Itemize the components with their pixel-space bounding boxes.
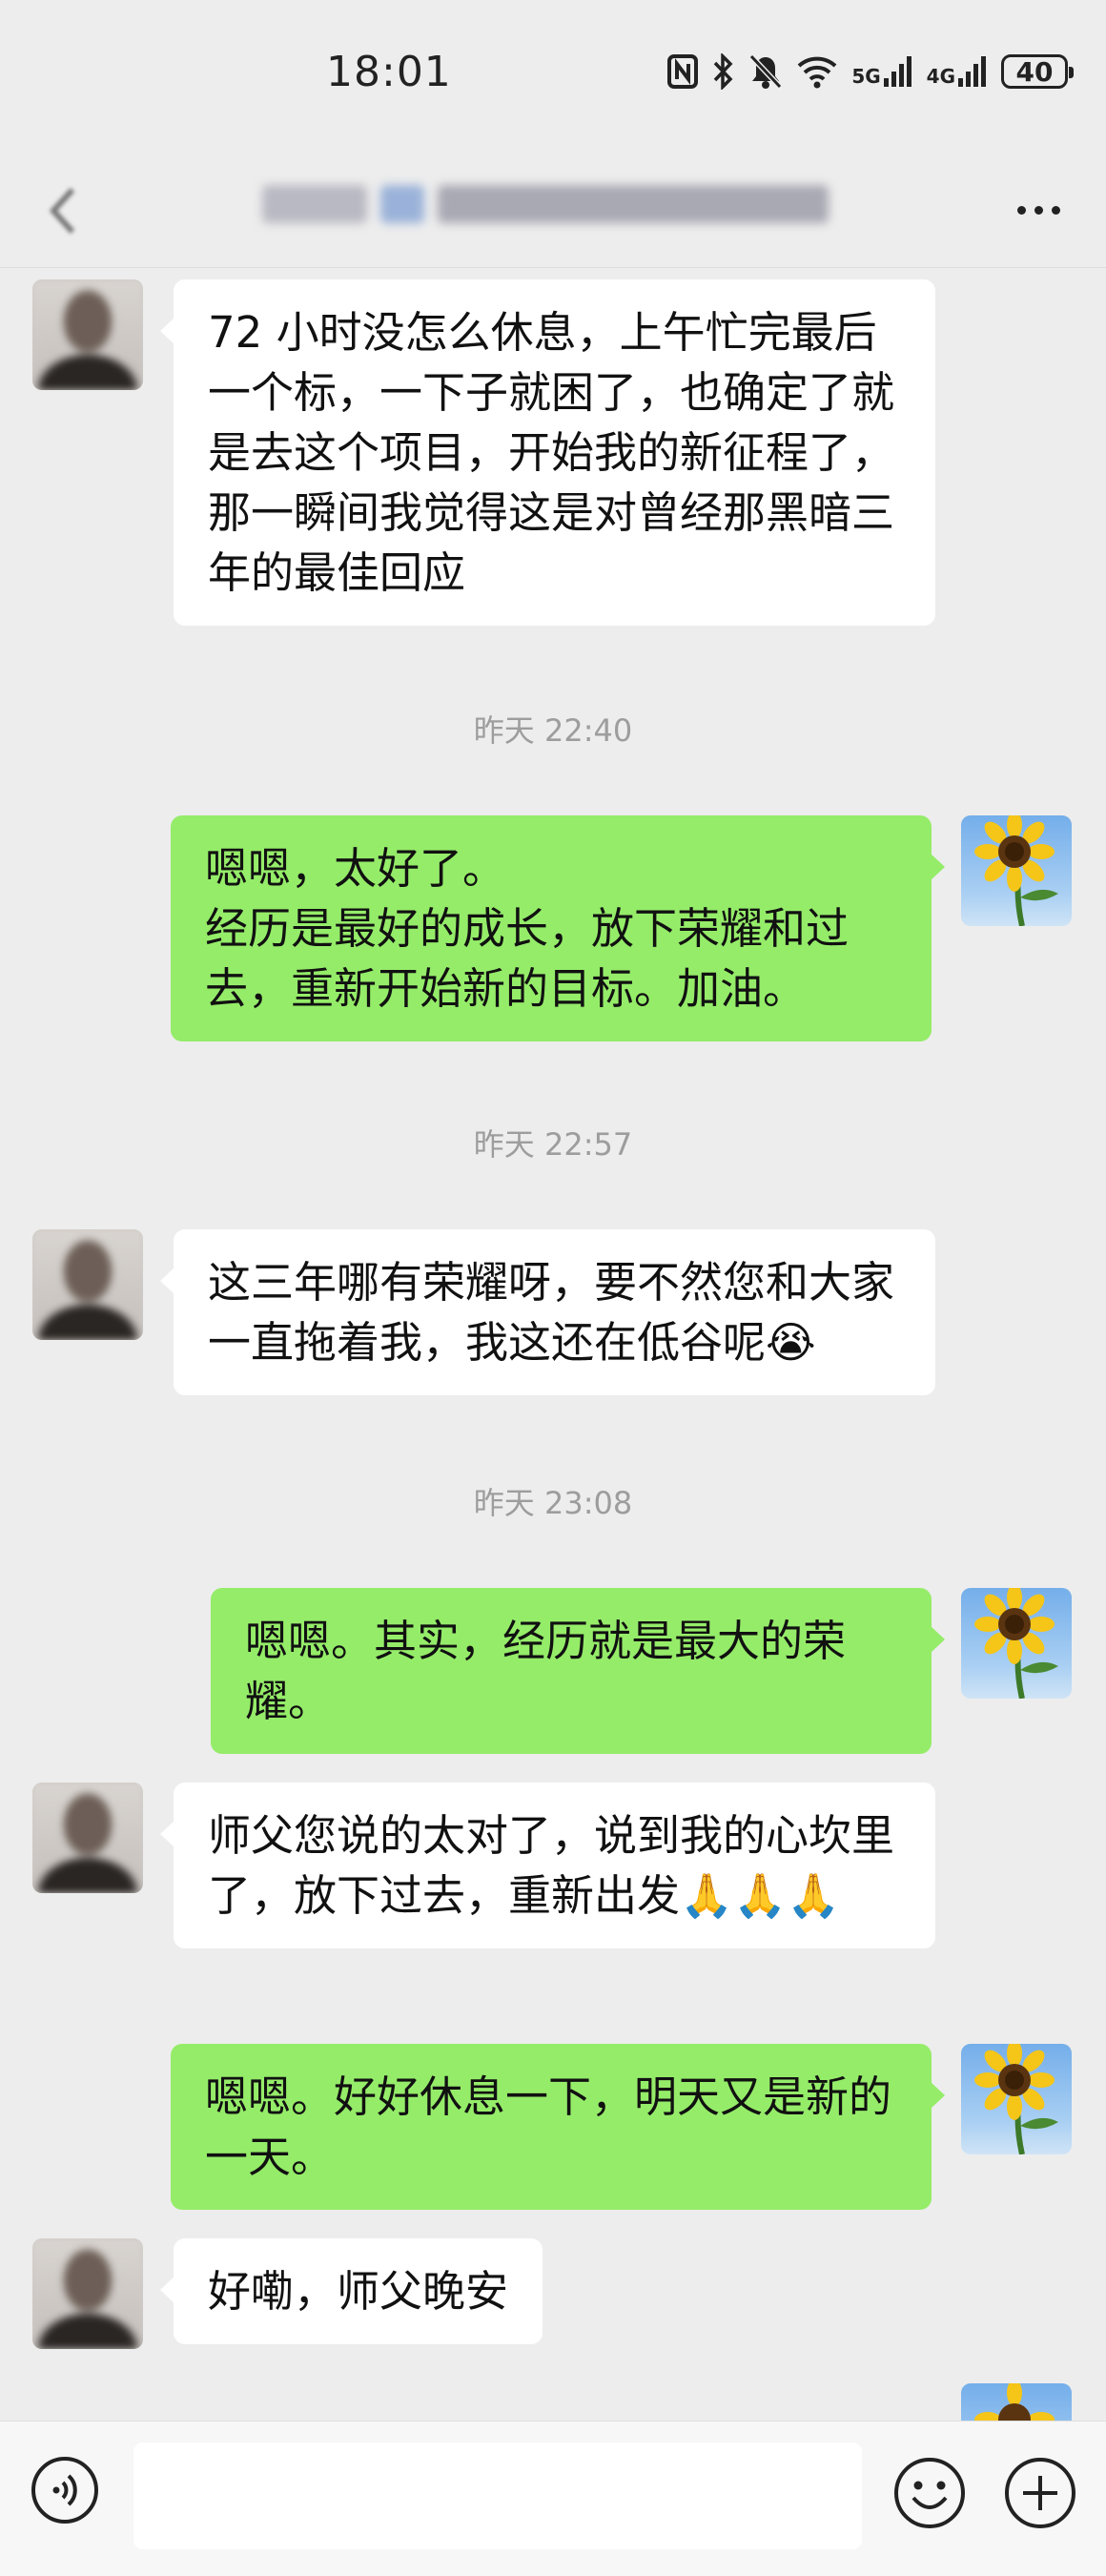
message-timestamp: 昨天 22:57 <box>473 1126 633 1163</box>
battery-level: 40 <box>1015 55 1054 88</box>
signal-4g-icon: 4G <box>927 55 988 88</box>
message-bubble-mine[interactable]: 嗯嗯。其实，经历就是最大的荣耀。 <box>211 1588 945 1754</box>
message-timestamp: 昨天 22:40 <box>473 712 633 749</box>
status-time: 18:01 <box>326 48 452 96</box>
chevron-left-icon <box>49 187 75 235</box>
message-bubble-contact[interactable]: 好嘞，师父晚安 <box>159 2238 543 2344</box>
back-button[interactable] <box>34 177 92 244</box>
redacted-name-part <box>380 185 424 223</box>
message-bubble-contact[interactable]: 师父您说的太对了，说到我的心坎里了，放下过去，重新出发🙏🙏🙏 <box>160 1783 935 1948</box>
contact-avatar[interactable] <box>32 1783 143 1893</box>
my-avatar[interactable] <box>961 815 1072 926</box>
my-avatar[interactable] <box>961 1588 1072 1699</box>
more-dots-icon <box>1034 205 1043 215</box>
bluetooth-icon <box>712 53 735 90</box>
my-avatar[interactable] <box>961 2044 1072 2154</box>
more-dots-icon <box>1051 205 1060 215</box>
wifi-icon <box>796 53 838 90</box>
sunflower-icon <box>974 1588 1058 1699</box>
chat-title-redacted <box>262 174 844 235</box>
network-label-5g: 5G <box>851 65 881 88</box>
message-timestamp: 昨天 23:08 <box>473 1485 633 1521</box>
battery-icon: 40 <box>1001 54 1074 89</box>
my-avatar[interactable] <box>961 2383 1072 2421</box>
plus-icon <box>1005 2458 1075 2528</box>
more-options-button[interactable] <box>1005 181 1072 238</box>
sunflower-icon <box>974 2044 1058 2154</box>
redacted-name-part <box>438 185 829 223</box>
more-functions-button[interactable] <box>1003 2456 1077 2530</box>
message-bubble-contact[interactable]: 72 小时没怎么休息，上午忙完最后一个标，一下子就困了，也确定了就是去这个项目，… <box>160 279 935 626</box>
voice-icon <box>31 2457 98 2524</box>
sunflower-icon <box>974 815 1058 926</box>
signal-5g-icon: 5G <box>851 55 912 88</box>
contact-avatar[interactable] <box>32 2238 143 2349</box>
message-bubble-mine[interactable]: 嗯嗯，太好了。 经历是最好的成长，放下荣耀和过去，重新开始新的目标。加油。 <box>171 815 945 1041</box>
emoji-icon <box>894 2458 965 2528</box>
status-icons: 5G 4G 40 <box>666 53 1074 90</box>
message-input[interactable] <box>133 2442 862 2549</box>
sunflower-icon <box>974 2383 1055 2421</box>
message-bubble-mine[interactable]: 嗯嗯。好好休息一下，明天又是新的一天。 <box>171 2044 945 2210</box>
more-dots-icon <box>1016 205 1026 215</box>
emoji-button[interactable] <box>892 2456 967 2530</box>
network-label-4g: 4G <box>926 65 955 88</box>
mute-bell-icon <box>748 53 783 90</box>
voice-button[interactable] <box>31 2456 99 2524</box>
redacted-name-part <box>262 185 367 223</box>
chat-header <box>0 153 1106 268</box>
message-list[interactable]: 72 小时没怎么休息，上午忙完最后一个标，一下子就困了，也确定了就是去这个项目，… <box>0 268 1106 2421</box>
nfc-icon <box>666 53 699 90</box>
contact-avatar[interactable] <box>32 1229 143 1340</box>
chat-input-bar <box>0 2421 1106 2576</box>
message-bubble-contact[interactable]: 这三年哪有荣耀呀，要不然您和大家一直拖着我，我这还在低谷呢😭 <box>160 1229 935 1395</box>
contact-avatar[interactable] <box>32 279 143 390</box>
status-bar: 18:01 5G 4G 40 <box>0 0 1106 153</box>
